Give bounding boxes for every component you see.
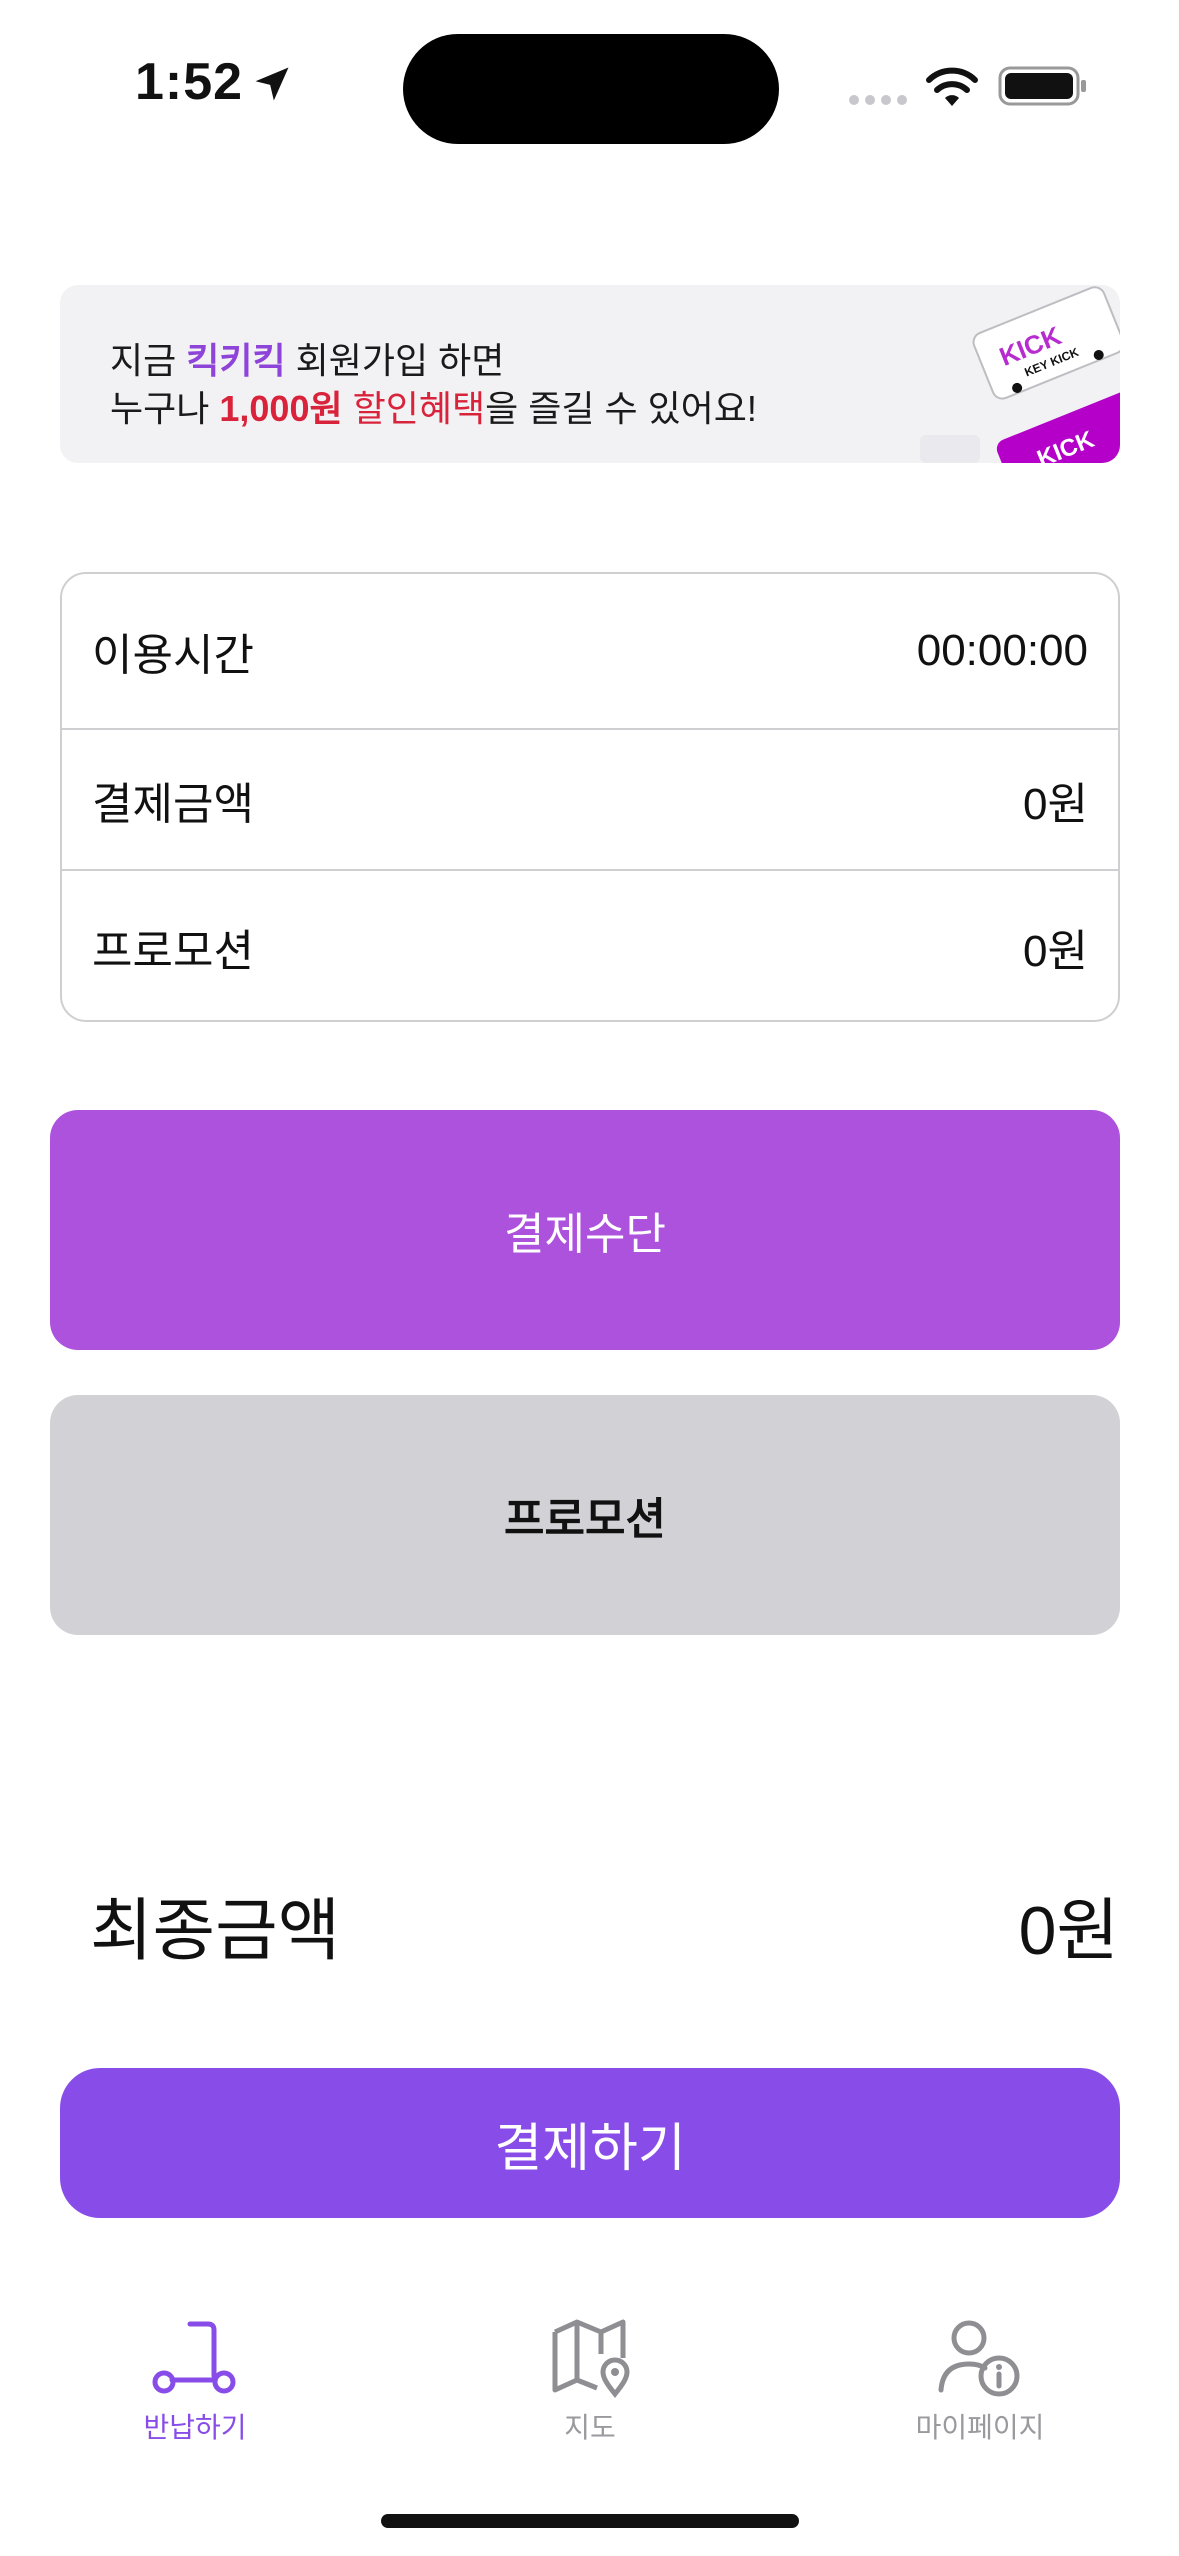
location-arrow-icon [255,67,289,101]
cellular-signal-icon [849,95,907,105]
home-indicator[interactable] [381,2514,799,2528]
usage-summary-table: 이용시간 00:00:00 결제금액 0원 프로모션 0원 [60,572,1120,1022]
usage-time-label: 이용시간 [92,631,254,680]
banner-prefix: 지금 [110,340,187,381]
promotion-label: 프로모션 [92,926,254,976]
banner-text: 지금 킥키킥 회원가입 하면 누구나 1,000원 할인혜택을 즐길 수 있어요… [110,337,757,433]
usage-time-value: 00:00:00 [916,626,1088,675]
tab-mypage[interactable]: 마이페이지 [850,2318,1110,2458]
promo-banner[interactable]: 지금 킥키킥 회원가입 하면 누구나 1,000원 할인혜택을 즐길 수 있어요… [60,285,1120,463]
promotion-button[interactable]: 프로모션 [50,1395,1120,1635]
tab-return[interactable]: 반납하기 [65,2318,325,2458]
payment-amount-value: 0원 [1023,779,1088,829]
banner-line2-prefix: 누구나 [110,388,220,429]
pay-button[interactable]: 결제하기 [60,2068,1120,2218]
tab-mypage-label: 마이페이지 [915,2412,1045,2443]
scooter-icon [152,2321,236,2394]
tab-map[interactable]: 지도 [460,2318,720,2458]
key-kick-card-image: KICK KEY KICK KICK [920,286,1120,463]
user-info-icon [938,2320,1020,2397]
tab-return-label: 반납하기 [143,2412,247,2443]
banner-discount: 할인혜택 [342,388,486,429]
promotion-row: 프로모션 0원 [62,871,1118,1020]
banner-brand: 킥키킥 [186,340,286,381]
payment-method-button[interactable]: 결제수단 [50,1110,1120,1350]
banner-line-1: 지금 킥키킥 회원가입 하면 [110,337,757,385]
banner-amount: 1,000원 [219,388,343,429]
battery-icon [998,66,1086,106]
final-amount-label: 최종금액 [90,1893,341,1969]
banner-line1-suffix: 회원가입 하면 [285,340,505,381]
payment-amount-label: 결제금액 [92,779,254,829]
banner-line-2: 누구나 1,000원 할인혜택을 즐길 수 있어요! [110,385,757,433]
status-bar: 1:52 [0,0,1179,160]
final-amount-value: 0원 [1018,1893,1119,1969]
banner-line2-suffix: 을 즐길 수 있어요! [485,388,757,429]
usage-time-row: 이용시간 00:00:00 [62,574,1118,730]
map-icon [552,2319,630,2398]
dynamic-island [403,34,779,144]
tab-map-label: 지도 [564,2412,616,2443]
wifi-icon [926,67,978,106]
status-time: 1:52 [135,53,244,111]
payment-amount-row: 결제금액 0원 [62,730,1118,871]
promotion-value: 0원 [1023,926,1088,976]
